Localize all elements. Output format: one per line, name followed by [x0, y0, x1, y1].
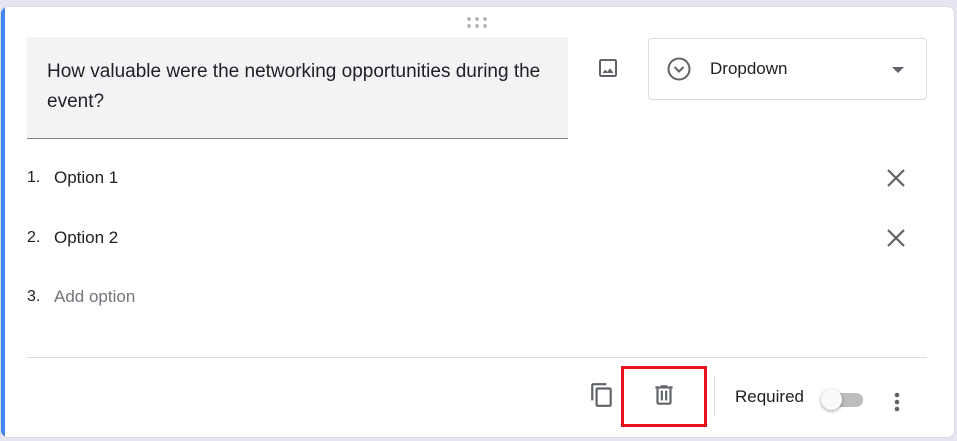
- image-icon: [599, 59, 617, 77]
- highlight-box: [621, 366, 707, 427]
- more-options-button[interactable]: [884, 385, 910, 419]
- circle-chevron-down-icon: [666, 56, 692, 82]
- option-row-1[interactable]: 1. Option 1: [27, 158, 927, 198]
- remove-option-button[interactable]: [882, 164, 910, 192]
- remove-option-button[interactable]: [882, 224, 910, 252]
- active-accent-bar: [1, 7, 5, 437]
- question-title-field[interactable]: How valuable were the networking opportu…: [27, 37, 568, 139]
- option-row-2[interactable]: 2. Option 2: [27, 218, 927, 258]
- toggle-thumb: [821, 389, 842, 410]
- required-label: Required: [735, 387, 804, 406]
- add-option-input[interactable]: Add option: [54, 287, 135, 307]
- more-vert-icon: [894, 392, 900, 412]
- close-icon: [887, 229, 905, 247]
- option-label[interactable]: Option 2: [54, 228, 118, 248]
- drag-handle-icon[interactable]: [467, 17, 487, 29]
- question-card: How valuable were the networking opportu…: [0, 6, 955, 438]
- copy-icon: [591, 383, 612, 407]
- add-option-row[interactable]: 3. Add option: [27, 277, 927, 317]
- close-icon: [887, 169, 905, 187]
- option-number: 2.: [27, 229, 41, 246]
- caret-down-icon: [892, 67, 904, 73]
- option-number: 1.: [27, 169, 41, 186]
- option-label[interactable]: Option 1: [54, 168, 118, 188]
- footer-separator: [714, 377, 715, 417]
- option-number: 3.: [27, 288, 41, 305]
- question-type-dropdown[interactable]: Dropdown: [648, 38, 927, 100]
- footer-divider: [27, 357, 927, 358]
- question-type-label: Dropdown: [710, 59, 788, 78]
- add-image-button[interactable]: [591, 51, 625, 85]
- duplicate-button[interactable]: [587, 380, 617, 410]
- required-toggle[interactable]: [821, 388, 867, 412]
- question-text[interactable]: How valuable were the networking opportu…: [47, 57, 548, 117]
